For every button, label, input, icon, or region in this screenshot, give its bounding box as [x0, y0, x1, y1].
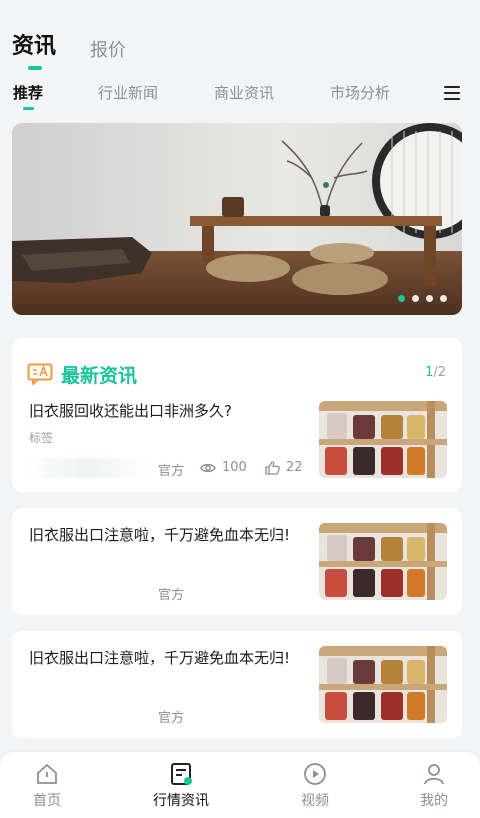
latest-news-card[interactable]: 最新资讯 1/2 旧衣服回收还能出口非洲多久? 标签 官方 100 22	[12, 338, 462, 492]
category-tab-recommended[interactable]: 推荐	[13, 82, 43, 104]
tabbar-profile-label: 我的	[420, 793, 448, 809]
view-count-value: 100	[222, 460, 247, 475]
article-thumbnail	[319, 523, 447, 600]
category-tab-industry-news[interactable]: 行业新闻	[98, 82, 158, 104]
article-source: 官方	[158, 711, 185, 726]
menu-icon[interactable]	[444, 86, 462, 102]
pager-total: /2	[433, 365, 446, 380]
video-icon	[304, 763, 326, 785]
category-tabs: 推荐 行业新闻 商业资讯 市场分析	[0, 80, 480, 112]
article-thumbnail	[319, 646, 447, 723]
tab-news[interactable]: 资讯	[12, 32, 56, 62]
latest-news-header: 最新资讯	[27, 360, 137, 388]
latest-news-title: 最新资讯	[61, 364, 138, 387]
home-icon	[37, 764, 57, 784]
category-tab-market-analysis[interactable]: 市场分析	[330, 82, 390, 104]
thumbs-up-icon	[265, 460, 280, 475]
banner-image	[12, 123, 462, 315]
carousel-indicators	[398, 295, 447, 303]
article-title[interactable]: 旧衣服出口注意啦，千万避免血本无归!	[29, 524, 309, 546]
news-bubble-icon	[27, 363, 53, 385]
active-category-indicator	[23, 107, 34, 110]
article-title[interactable]: 旧衣服出口注意啦，千万避免血本无归!	[29, 647, 309, 669]
news-pager: 1/2	[425, 365, 446, 380]
category-tab-business-info[interactable]: 商业资讯	[214, 82, 274, 104]
like-count[interactable]: 22	[265, 460, 303, 475]
active-tab-indicator	[28, 66, 42, 70]
decorative-fade	[22, 458, 152, 478]
tabbar-market-news[interactable]: 行情资讯	[136, 762, 226, 810]
carousel-dot[interactable]	[412, 295, 419, 302]
news-item-thumbnail	[319, 401, 447, 478]
article-card[interactable]: 旧衣服出口注意啦，千万避免血本无归! 官方	[12, 508, 462, 615]
carousel-dot[interactable]	[426, 295, 433, 302]
view-count: 100	[200, 460, 247, 475]
banner-carousel[interactable]	[12, 123, 462, 315]
news-icon	[171, 763, 192, 785]
article-source: 官方	[158, 588, 185, 603]
eye-icon	[200, 463, 216, 472]
top-tabs: 资讯 报价	[0, 0, 480, 78]
tabbar-market-news-label: 行情资讯	[153, 793, 209, 809]
bottom-tab-bar: 首页 行情资讯 视频 我的	[0, 752, 480, 818]
tabbar-video-label: 视频	[301, 793, 329, 809]
news-item-source: 官方	[158, 464, 185, 479]
tabbar-home-label: 首页	[33, 793, 61, 809]
tab-quotes[interactable]: 报价	[90, 36, 126, 66]
tabbar-video[interactable]: 视频	[270, 762, 360, 810]
carousel-dot[interactable]	[440, 295, 447, 302]
tabbar-profile[interactable]: 我的	[389, 762, 479, 810]
tabbar-home[interactable]: 首页	[2, 762, 92, 810]
news-item-title[interactable]: 旧衣服回收还能出口非洲多久?	[29, 400, 309, 422]
article-card[interactable]: 旧衣服出口注意啦，千万避免血本无归! 官方	[12, 631, 462, 738]
like-count-value: 22	[286, 460, 303, 475]
news-item-tag: 标签	[29, 431, 54, 445]
carousel-dot[interactable]	[398, 295, 405, 302]
user-icon	[424, 764, 444, 785]
